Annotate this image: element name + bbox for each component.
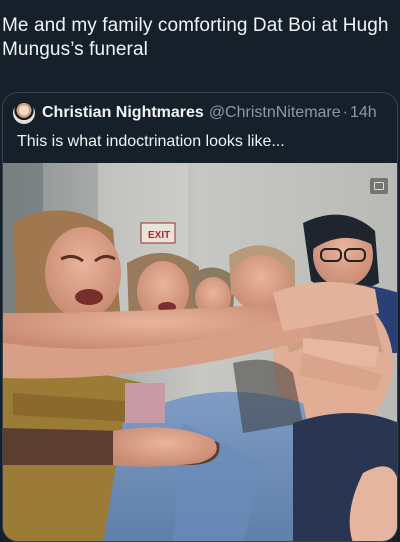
avatar[interactable] (13, 102, 35, 124)
post-timestamp[interactable]: 14h (350, 104, 377, 122)
quoted-post-header: Christian Nightmares @ChristnNitemare · … (13, 101, 377, 125)
media-expand-icon[interactable] (369, 177, 389, 195)
quoted-post-media[interactable]: EXIT (3, 163, 397, 541)
separator-dot: · (342, 104, 348, 121)
author-handle[interactable]: @ChristnNitemare (209, 104, 341, 122)
post-caption: Me and my family comforting Dat Boi at H… (2, 15, 389, 60)
quoted-post-text: This is what indoctrination looks like..… (17, 133, 285, 150)
exit-sign: EXIT (148, 230, 170, 241)
photo-illustration: EXIT (3, 163, 397, 541)
quoted-post-card[interactable]: Christian Nightmares @ChristnNitemare · … (2, 92, 398, 542)
author-display-name[interactable]: Christian Nightmares (42, 104, 204, 122)
